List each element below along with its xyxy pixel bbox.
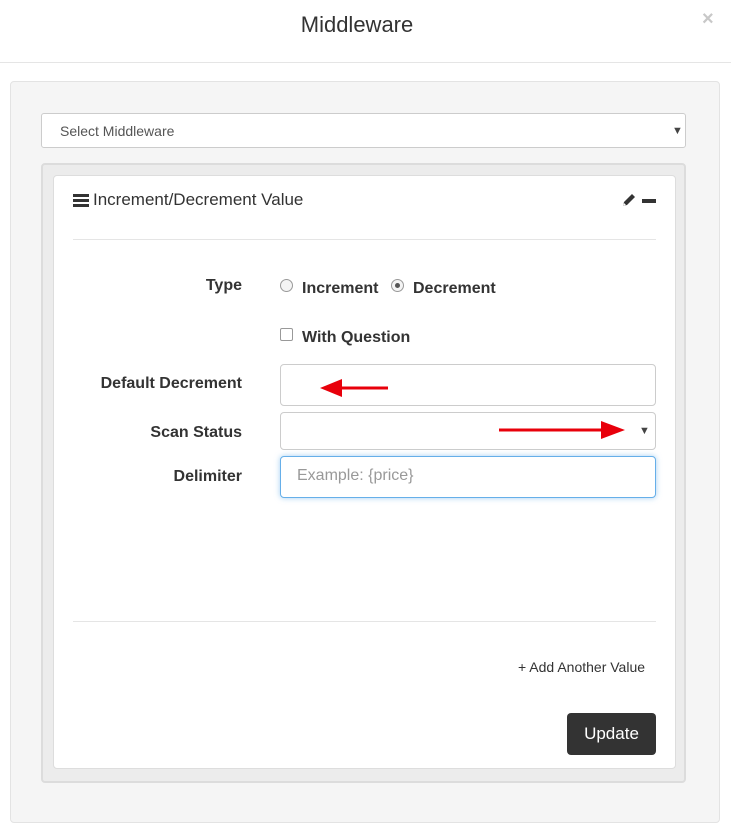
- panel-heading[interactable]: Increment/Decrement Value: [73, 190, 303, 210]
- radio-decrement-label[interactable]: Decrement: [413, 280, 496, 298]
- type-label: Type: [205, 277, 242, 294]
- chevron-down-icon: ▼: [639, 425, 650, 437]
- update-button[interactable]: Update: [567, 713, 656, 755]
- with-question-label[interactable]: With Question: [302, 329, 410, 347]
- divider: [73, 621, 656, 622]
- delimiter-field[interactable]: [280, 456, 656, 498]
- close-icon[interactable]: ×: [702, 8, 714, 31]
- delimiter-label: Delimiter: [173, 468, 242, 485]
- annotation-arrow-left: [320, 379, 388, 397]
- divider: [73, 239, 656, 240]
- pencil-icon[interactable]: [621, 192, 637, 208]
- radio-increment-label[interactable]: Increment: [302, 280, 378, 298]
- middleware-select-value: Select Middleware: [60, 123, 175, 139]
- panel-title: Increment/Decrement Value: [93, 190, 304, 209]
- with-question-checkbox[interactable]: [280, 328, 293, 341]
- delimiter-input[interactable]: [281, 457, 653, 495]
- annotation-arrow-right: [499, 421, 625, 439]
- radio-increment-input[interactable]: [280, 279, 293, 292]
- radio-decrement-input[interactable]: [391, 279, 404, 292]
- middleware-select[interactable]: Select Middleware ▼: [41, 113, 686, 148]
- add-another-value-link[interactable]: + Add Another Value: [518, 659, 645, 675]
- radio-increment[interactable]: [280, 279, 293, 297]
- menu-icon[interactable]: [73, 192, 89, 209]
- default-decrement-label: Default Decrement: [100, 375, 242, 392]
- chevron-down-icon: ▼: [672, 125, 683, 137]
- collapse-icon[interactable]: [642, 199, 656, 203]
- modal-title: Middleware: [300, 12, 414, 37]
- radio-decrement[interactable]: [391, 279, 404, 297]
- scan-status-label: Scan Status: [150, 424, 242, 441]
